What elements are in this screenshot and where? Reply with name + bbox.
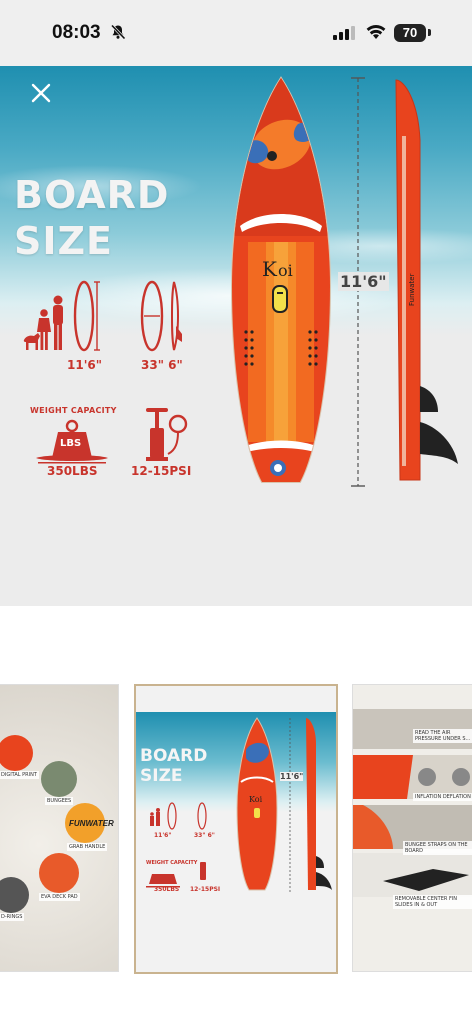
status-time: 08:03	[52, 22, 101, 43]
battery-tip	[428, 29, 431, 36]
feature-label-5: D-RINGS	[0, 913, 25, 921]
feature-icons	[0, 735, 105, 913]
title-line-2: SIZE	[14, 219, 114, 263]
thumbnail-strip[interactable]: DIGITAL PRINT BUNGEES GRAB HANDLE EVA DE…	[0, 684, 472, 974]
weight-spec-label: 350LBS	[47, 464, 98, 478]
thumb-board-length: 11'6"	[280, 772, 304, 781]
thumb-feature-collage	[353, 709, 472, 897]
psi-spec-label: 12-15PSI	[131, 464, 192, 478]
board-width-icon	[140, 280, 182, 352]
thumb-spec-icons	[146, 802, 207, 888]
length-spec-label: 11'6"	[67, 358, 102, 372]
svg-text:oi: oi	[278, 261, 293, 280]
svg-text:Koi: Koi	[249, 795, 263, 804]
wifi-icon	[366, 25, 386, 39]
thumb-width-label: 33" 6"	[194, 832, 215, 839]
thumb-title-line-2: SIZE	[140, 766, 183, 786]
board-length-label: 11'6"	[338, 272, 389, 291]
battery-indicator: 70	[394, 24, 426, 42]
svg-text:K: K	[262, 257, 278, 281]
feature-label-inflation: INFLATION DEFLATION	[413, 793, 472, 801]
feature-label-2: BUNGEES	[45, 797, 74, 805]
paddle-board-image: K oi	[230, 76, 332, 483]
feature-label-fin: REMOVABLE CENTER FIN SLIDES IN & OUT	[393, 895, 472, 909]
product-image-main[interactable]: BOARD SIZE 11'6" 33" 6" WEIGHT CAPACITY	[0, 66, 472, 606]
thumb-dimension-line	[289, 718, 291, 892]
signal-icon	[333, 26, 355, 40]
side-brand-text: Funwater	[408, 273, 416, 306]
people-height-icon	[23, 280, 100, 352]
title-line-1: BOARD	[14, 173, 170, 217]
close-icon[interactable]	[28, 80, 54, 106]
feature-label-4: EVA DECK PAD	[39, 893, 80, 901]
thumb-length-label: 11'6"	[154, 832, 172, 839]
feature-label-1: DIGITAL PRINT	[0, 771, 39, 779]
thumbnail-2-selected[interactable]: BOARD SIZE 11'6" 33" 6" WEIGHT CAPACITY …	[134, 684, 338, 974]
weight-unit-badge: LBS	[60, 438, 82, 449]
thumb-board-image: Koi	[236, 717, 278, 891]
feature-label-bungee: BUNGEE STRAPS ON THE BOARD	[403, 841, 472, 855]
feature-label-air-pressure: READ THE AIR PRESSURE UNDER S...	[413, 729, 472, 743]
bell-muted-icon	[110, 24, 126, 40]
thumb-psi-label: 12-15PSI	[190, 886, 221, 893]
board-side-profile: Funwater	[395, 79, 458, 481]
thumb-title-line-1: BOARD	[140, 746, 208, 766]
feature-label-3: GRAB HANDLE	[67, 843, 108, 851]
thumb-weight-caption: WEIGHT CAPACITY	[146, 860, 198, 866]
weight-capacity-caption: WEIGHT CAPACITY	[30, 406, 117, 415]
pump-icon	[146, 408, 188, 461]
thumbnail-1[interactable]: DIGITAL PRINT BUNGEES GRAB HANDLE EVA DE…	[0, 684, 119, 972]
width-spec-label: 33" 6"	[141, 358, 183, 372]
thumb-side-profile	[306, 718, 332, 890]
status-bar: 08:03 70	[0, 0, 472, 66]
thumb-weight-label: 350LBS	[154, 886, 180, 893]
thumbnail-3[interactable]: READ THE AIR PRESSURE UNDER S... INFLATI…	[352, 684, 472, 972]
brand-logo: FUNWATER	[69, 819, 114, 828]
thumb-title: BOARD SIZE	[140, 746, 207, 786]
board-size-title: BOARD SIZE	[14, 172, 169, 264]
